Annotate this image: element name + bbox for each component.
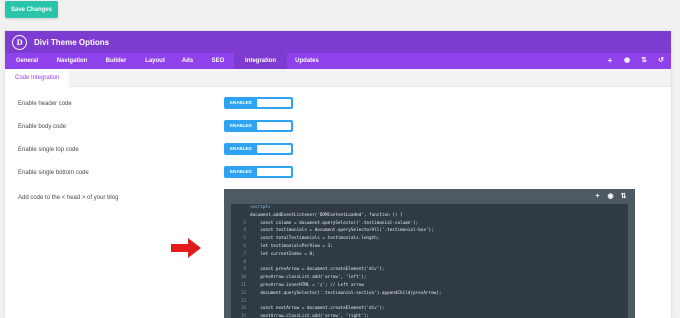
setting-label-body-code: Enable body code <box>18 124 67 130</box>
tab-updates[interactable]: Updates <box>287 53 327 69</box>
code-line: 6 let testimonialsPerView = 3; <box>231 243 628 251</box>
toggle-single-top-code[interactable]: ENABLED <box>224 143 293 155</box>
panel-header: D Divi Theme Options <box>5 31 671 53</box>
toggle-knob <box>257 145 291 153</box>
code-text: nextArrow.classList.add('arrow', 'right'… <box>250 314 369 318</box>
code-line: 15 nextArrow.classList.add('arrow', 'rig… <box>231 313 628 318</box>
tab-layout[interactable]: Layout <box>137 53 173 69</box>
code-text: const nextArrow = document.createElement… <box>250 306 385 312</box>
code-text: const column = document.querySelector('.… <box>250 220 419 226</box>
sort-icon[interactable]: ⇅ <box>620 193 627 201</box>
toggle-single-bottom-code[interactable]: ENABLED <box>224 166 293 178</box>
line-number: 8 <box>243 259 246 265</box>
tab-bar: General Navigation Builder Layout Ads SE… <box>5 53 671 69</box>
toggle-state-label: ENABLED <box>230 100 252 105</box>
line-number: 7 <box>243 251 246 257</box>
toggle-header-code[interactable]: ENABLED <box>224 97 293 109</box>
plus-icon[interactable]: + <box>606 57 614 65</box>
tab-integration[interactable]: Integration <box>234 53 287 69</box>
tab-tools: + ◉ ⇅ ↺ <box>606 53 665 69</box>
toggle-state-label: ENABLED <box>230 123 252 128</box>
line-number: 11 <box>240 282 246 288</box>
code-line: 5 const totalTestimonials = testimonials… <box>231 235 628 243</box>
tab-ads[interactable]: Ads <box>173 53 202 69</box>
editor-toolbar: + ◉ ⇅ <box>594 193 627 201</box>
code-line: 14 const nextArrow = document.createElem… <box>231 305 628 313</box>
subtab-code-integration[interactable]: Code Integration <box>5 69 70 87</box>
code-line: 11 prevArrow.innerHTML = '❮'; // Left ar… <box>231 282 628 290</box>
code-line: document.addEventListener('DOMContentLoa… <box>231 212 628 220</box>
toggle-knob <box>257 122 291 130</box>
line-number: 10 <box>240 275 246 281</box>
line-number: 15 <box>240 314 246 318</box>
code-line: 9 const prevArrow = document.createEleme… <box>231 266 628 274</box>
undo-icon[interactable]: ↺ <box>657 57 665 65</box>
code-line: 8 <box>231 259 628 267</box>
setting-label-single-top-code: Enable single top code <box>18 147 79 153</box>
setting-label-header-code: Enable header code <box>18 101 72 107</box>
line-number: 12 <box>240 290 246 296</box>
line-number: 3 <box>243 220 246 226</box>
line-number: 14 <box>240 306 246 312</box>
line-number: 9 <box>243 267 246 273</box>
setting-label-head-code: Add code to the < head > of your blog <box>18 195 119 201</box>
code-text: let testimonialsPerView = 3; <box>250 243 333 249</box>
code-line: 7 let currentIndex = 0; <box>231 251 628 259</box>
code-line: 10 prevArrow.classList.add('arrow', 'lef… <box>231 274 628 282</box>
code-text: const prevArrow = document.createElement… <box>250 267 385 273</box>
plus-icon[interactable]: + <box>594 193 601 201</box>
tab-navigation[interactable]: Navigation <box>49 53 95 69</box>
code-text: document.addEventListener('DOMContentLoa… <box>250 212 403 218</box>
panel-title: Divi Theme Options <box>34 37 110 47</box>
setting-label-single-bottom-code: Enable single bottom code <box>18 170 89 176</box>
theme-options-panel: D Divi Theme Options General Navigation … <box>5 31 671 318</box>
divi-logo-icon: D <box>12 34 27 50</box>
toggle-state-label: ENABLED <box>230 169 252 174</box>
head-code-editor: + ◉ ⇅ <script> document.addEventListener(… <box>224 189 635 318</box>
clock-icon[interactable]: ◉ <box>623 57 631 65</box>
code-line: 12 document.querySelector('.testimonial-… <box>231 290 628 298</box>
line-number: 6 <box>243 243 246 249</box>
line-number: 13 <box>240 298 246 304</box>
toggle-state-label: ENABLED <box>230 146 252 151</box>
line-number: 5 <box>243 236 246 242</box>
code-text: <script> <box>250 205 271 210</box>
code-line: 4 const testimonials = document.querySel… <box>231 227 628 235</box>
code-text: prevArrow.innerHTML = '❮'; // Left arrow <box>250 282 364 288</box>
tab-builder[interactable]: Builder <box>95 53 137 69</box>
code-text: const testimonials = document.querySelec… <box>250 228 434 234</box>
code-textarea[interactable]: <script> document.addEventListener('DOMCo… <box>231 204 628 318</box>
code-text: const totalTestimonials = testimonials.l… <box>250 236 380 242</box>
code-text: document.querySelector('.testimonial-sec… <box>250 290 442 296</box>
save-changes-button[interactable]: Save Changes <box>5 1 58 18</box>
page: Save Changes D Divi Theme Options Genera… <box>0 0 680 318</box>
red-arrow-icon <box>171 238 201 258</box>
sort-icon[interactable]: ⇅ <box>640 57 648 65</box>
toggle-knob <box>257 168 291 176</box>
tab-seo[interactable]: SEO <box>202 53 234 69</box>
code-text: prevArrow.classList.add('arrow', 'left')… <box>250 275 367 281</box>
code-line: 13 <box>231 298 628 306</box>
code-line: 3 const column = document.querySelector(… <box>231 220 628 228</box>
tab-general[interactable]: General <box>5 53 49 69</box>
line-number: 4 <box>243 228 246 234</box>
code-line: <script> <box>231 204 628 212</box>
toggle-knob <box>257 99 291 107</box>
code-text: let currentIndex = 0; <box>250 251 315 257</box>
clock-icon[interactable]: ◉ <box>607 193 614 201</box>
subtab-bar: Code Integration <box>5 69 671 87</box>
toggle-body-code[interactable]: ENABLED <box>224 120 293 132</box>
